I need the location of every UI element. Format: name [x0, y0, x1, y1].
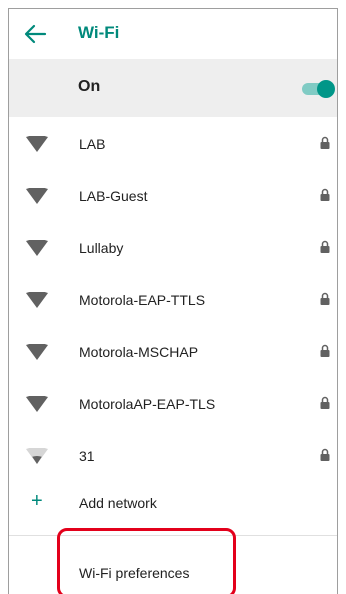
- network-item[interactable]: MotorolaAP-EAP-TLS: [9, 377, 337, 429]
- network-item[interactable]: 31: [9, 429, 337, 481]
- lock-icon: [320, 396, 330, 409]
- wifi-signal-full-icon: [26, 292, 48, 308]
- network-name: MotorolaAP-EAP-TLS: [79, 396, 216, 412]
- divider: [9, 535, 337, 536]
- network-item[interactable]: LAB: [9, 117, 337, 169]
- wifi-signal-full-icon: [26, 396, 48, 412]
- wifi-signal-full-icon: [26, 188, 48, 204]
- wifi-switch-label: On: [78, 78, 101, 95]
- wifi-signal-full-icon: [26, 240, 48, 256]
- add-network-label: Add network: [79, 495, 157, 511]
- toggle-thumb: [317, 80, 335, 98]
- lock-icon: [320, 448, 330, 461]
- wifi-preferences-row[interactable]: Wi-Fi preferences: [9, 549, 337, 594]
- wifi-master-switch-row[interactable]: On: [9, 59, 337, 117]
- add-network-row[interactable]: + Add network: [9, 481, 337, 527]
- network-name: Motorola-EAP-TTLS: [79, 292, 206, 308]
- wifi-signal-full-icon: [26, 136, 48, 152]
- network-name: LAB: [79, 136, 106, 152]
- network-item[interactable]: Motorola-EAP-TTLS: [9, 273, 337, 325]
- network-item[interactable]: LAB-Guest: [9, 169, 337, 221]
- wifi-toggle[interactable]: [302, 80, 335, 98]
- network-name: Lullaby: [79, 240, 124, 256]
- lock-icon: [320, 344, 330, 357]
- lock-icon: [320, 292, 330, 305]
- network-name: 31: [79, 448, 95, 464]
- plus-icon: +: [31, 490, 43, 512]
- app-bar: Wi-Fi: [9, 9, 337, 59]
- lock-icon: [320, 136, 330, 149]
- lock-icon: [320, 188, 330, 201]
- arrow-left-icon[interactable]: [23, 23, 47, 45]
- wifi-signal-full-icon: [26, 344, 48, 360]
- network-item[interactable]: Motorola-MSCHAP: [9, 325, 337, 377]
- network-list: LAB LAB-Guest Lullaby Motorola-EAP-TTLS …: [9, 117, 337, 481]
- wifi-signal-weak-icon: [26, 448, 48, 464]
- wifi-preferences-label: Wi-Fi preferences: [79, 565, 190, 581]
- page-title: Wi-Fi: [78, 23, 120, 42]
- wifi-settings-screen: Wi-Fi On LAB LAB-Guest Lullaby Motorola-…: [8, 8, 338, 594]
- lock-icon: [320, 240, 330, 253]
- network-name: LAB-Guest: [79, 188, 148, 204]
- network-item[interactable]: Lullaby: [9, 221, 337, 273]
- network-name: Motorola-MSCHAP: [79, 344, 199, 360]
